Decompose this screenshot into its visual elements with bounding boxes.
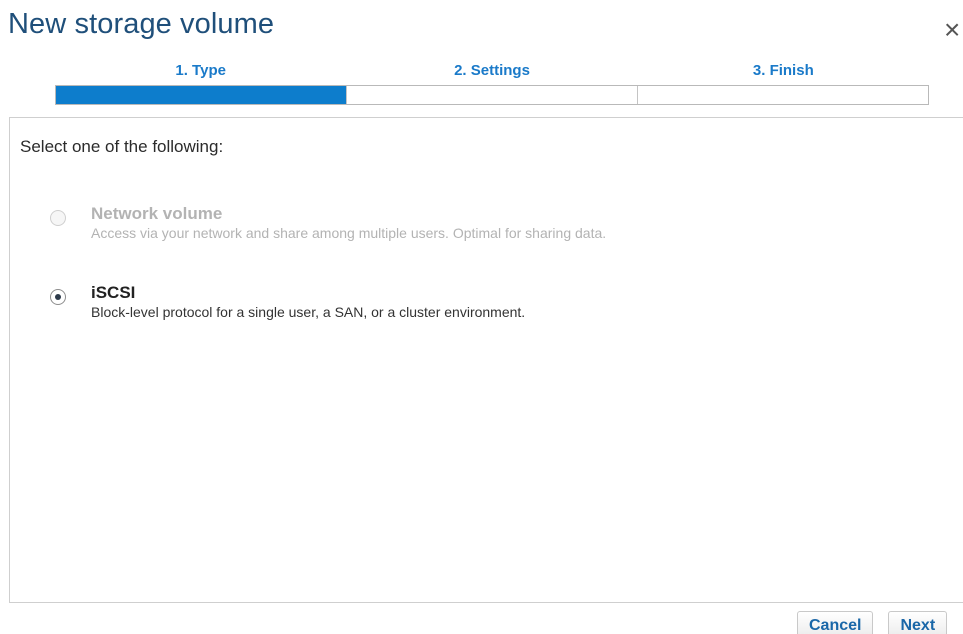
network-volume-title: Network volume xyxy=(91,204,223,223)
wizard-progress-bar xyxy=(55,85,929,105)
selection-prompt: Select one of the following: xyxy=(20,137,224,156)
wizard-steps: 1. Type 2. Settings 3. Finish xyxy=(55,62,929,105)
iscsi-radio[interactable] xyxy=(50,289,66,305)
step-labels: 1. Type 2. Settings 3. Finish xyxy=(55,62,929,84)
radio-selected-dot xyxy=(55,294,61,300)
iscsi-title[interactable]: iSCSI xyxy=(91,283,525,303)
cancel-button[interactable]: Cancel xyxy=(797,611,874,634)
next-button[interactable]: Next xyxy=(888,611,948,634)
network-volume-radio xyxy=(50,210,66,226)
volume-type-panel: Select one of the following: Network vol… xyxy=(9,117,963,603)
progress-segment-type xyxy=(56,86,346,104)
network-volume-description: Access via your network and share among … xyxy=(91,225,607,241)
progress-segment-settings xyxy=(346,86,637,104)
step-finish-label: 3. Finish xyxy=(752,62,814,79)
progress-segment-finish xyxy=(637,86,928,104)
dialog-title: New storage volume xyxy=(8,8,275,40)
step-settings-label: 2. Settings xyxy=(454,62,530,79)
close-icon[interactable]: × xyxy=(944,16,963,44)
footer-buttons: Cancel Next xyxy=(797,611,948,634)
new-storage-volume-dialog: New storage volume × 1. Type 2. Settings… xyxy=(0,0,963,634)
step-type-label: 1. Type xyxy=(175,62,226,79)
iscsi-description: Block-level protocol for a single user, … xyxy=(91,304,526,320)
